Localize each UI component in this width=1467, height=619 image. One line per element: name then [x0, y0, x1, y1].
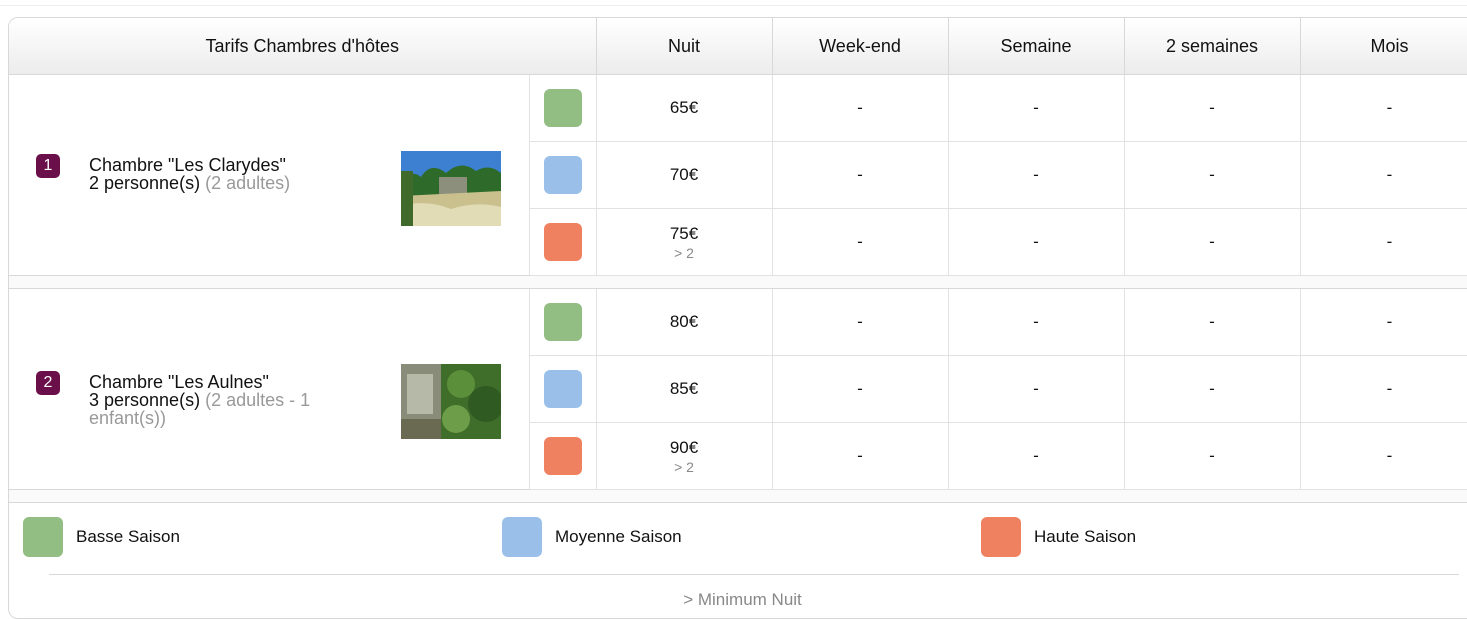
- season-swatch-cell: [529, 141, 597, 209]
- room-capacity: 3 personne(s): [89, 390, 201, 410]
- header-semaine: Semaine: [948, 18, 1125, 75]
- season-swatch-basse: [543, 303, 582, 341]
- season-swatch-cell: [529, 74, 597, 142]
- season-swatch-moyenne: [543, 370, 582, 408]
- room-info-cell: 2 Chambre "Les Aulnes" 3 personne(s) (2 …: [9, 288, 530, 490]
- header-nuit: Nuit: [596, 18, 773, 75]
- legend-divider: [49, 574, 1459, 575]
- legend-label-basse: Basse Saison: [76, 527, 180, 546]
- price-semaine: -: [948, 355, 1125, 423]
- price-2-semaines: -: [1124, 355, 1301, 423]
- price-semaine: -: [948, 141, 1125, 209]
- season-swatch-cell: [529, 208, 597, 276]
- price-semaine: -: [948, 208, 1125, 276]
- room-info: 2 Chambre "Les Aulnes" 3 personne(s) (2 …: [9, 289, 529, 489]
- price-semaine: -: [948, 288, 1125, 356]
- price-nuit: 70€: [596, 141, 773, 209]
- rate-row: 2 Chambre "Les Aulnes" 3 personne(s) (2 …: [9, 288, 1467, 490]
- room-description: Chambre "Les Clarydes" 2 personne(s) (2 …: [89, 156, 379, 192]
- header-2-semaines: 2 semaines: [1124, 18, 1301, 75]
- room-info-cell: 1 Chambre "Les Clarydes" 2 personne(s) (…: [9, 74, 530, 276]
- price-2-semaines: -: [1124, 141, 1301, 209]
- legend-item-haute: Haute Saison: [981, 517, 1136, 557]
- price-nuit: 80€: [596, 288, 773, 356]
- room-description: Chambre "Les Aulnes" 3 personne(s) (2 ad…: [89, 373, 379, 427]
- season-swatch-cell: [529, 288, 597, 356]
- minimum-nights-footnote: > Minimum Nuit: [683, 590, 802, 609]
- table-header-row: Tarifs Chambres d'hôtes Nuit Week-end Se…: [9, 18, 1467, 75]
- legend-swatch-haute: [981, 517, 1021, 557]
- room-photo[interactable]: [401, 151, 501, 226]
- legend-swatch-moyenne: [502, 517, 542, 557]
- room-number-badge: 2: [36, 371, 60, 395]
- price-weekend: -: [772, 355, 949, 423]
- price-weekend: -: [772, 141, 949, 209]
- price-semaine: -: [948, 422, 1125, 490]
- price-mois: -: [1300, 288, 1467, 356]
- price-2-semaines: -: [1124, 208, 1301, 276]
- price-mois: -: [1300, 355, 1467, 423]
- price-weekend: -: [772, 208, 949, 276]
- season-swatch-cell: [529, 422, 597, 490]
- price-nuit: 90€ > 2: [596, 422, 773, 490]
- top-divider: [0, 5, 1467, 6]
- season-swatch-haute: [543, 437, 582, 475]
- legend-label-haute: Haute Saison: [1034, 527, 1137, 546]
- season-swatch-cell: [529, 355, 597, 423]
- price-mois: -: [1300, 141, 1467, 209]
- price-mois: -: [1300, 422, 1467, 490]
- price-mois: -: [1300, 208, 1467, 276]
- rates-table: Tarifs Chambres d'hôtes Nuit Week-end Se…: [9, 18, 1467, 503]
- price-nuit: 85€: [596, 355, 773, 423]
- minimum-nights: > 2: [674, 245, 694, 261]
- header-title: Tarifs Chambres d'hôtes: [9, 18, 597, 75]
- room-photo[interactable]: [401, 364, 501, 439]
- legend-item-moyenne: Moyenne Saison: [502, 517, 682, 557]
- season-swatch-haute: [543, 223, 582, 261]
- room-separator: [9, 489, 1467, 503]
- room-number-badge: 1: [36, 154, 60, 178]
- room-separator: [9, 275, 1467, 289]
- price-weekend: -: [772, 422, 949, 490]
- rate-row: 1 Chambre "Les Clarydes" 2 personne(s) (…: [9, 74, 1467, 276]
- rates-panel: Tarifs Chambres d'hôtes Nuit Week-end Se…: [8, 17, 1467, 619]
- price-mois: -: [1300, 74, 1467, 142]
- price-nuit: 65€: [596, 74, 773, 142]
- price-2-semaines: -: [1124, 288, 1301, 356]
- price-weekend: -: [772, 74, 949, 142]
- season-swatch-basse: [543, 89, 582, 127]
- legend-item-basse: Basse Saison: [23, 517, 180, 557]
- header-mois: Mois: [1300, 18, 1467, 75]
- room-capacity-detail: (2 adultes): [205, 173, 291, 193]
- room-capacity: 2 personne(s): [89, 173, 201, 193]
- season-legend: Basse Saison Moyenne Saison Haute Saison…: [9, 502, 1467, 618]
- legend-swatch-basse: [23, 517, 63, 557]
- season-swatch-moyenne: [543, 156, 582, 194]
- minimum-nights: > 2: [674, 459, 694, 475]
- room-name[interactable]: Chambre "Les Clarydes": [89, 155, 286, 175]
- price-2-semaines: -: [1124, 422, 1301, 490]
- price-semaine: -: [948, 74, 1125, 142]
- legend-label-moyenne: Moyenne Saison: [555, 527, 682, 546]
- room-info: 1 Chambre "Les Clarydes" 2 personne(s) (…: [9, 75, 529, 275]
- header-weekend: Week-end: [772, 18, 949, 75]
- price-nuit: 75€ > 2: [596, 208, 773, 276]
- room-name[interactable]: Chambre "Les Aulnes": [89, 372, 269, 392]
- price-value: 75€: [669, 224, 699, 243]
- price-weekend: -: [772, 288, 949, 356]
- price-value: 90€: [669, 438, 699, 457]
- price-2-semaines: -: [1124, 74, 1301, 142]
